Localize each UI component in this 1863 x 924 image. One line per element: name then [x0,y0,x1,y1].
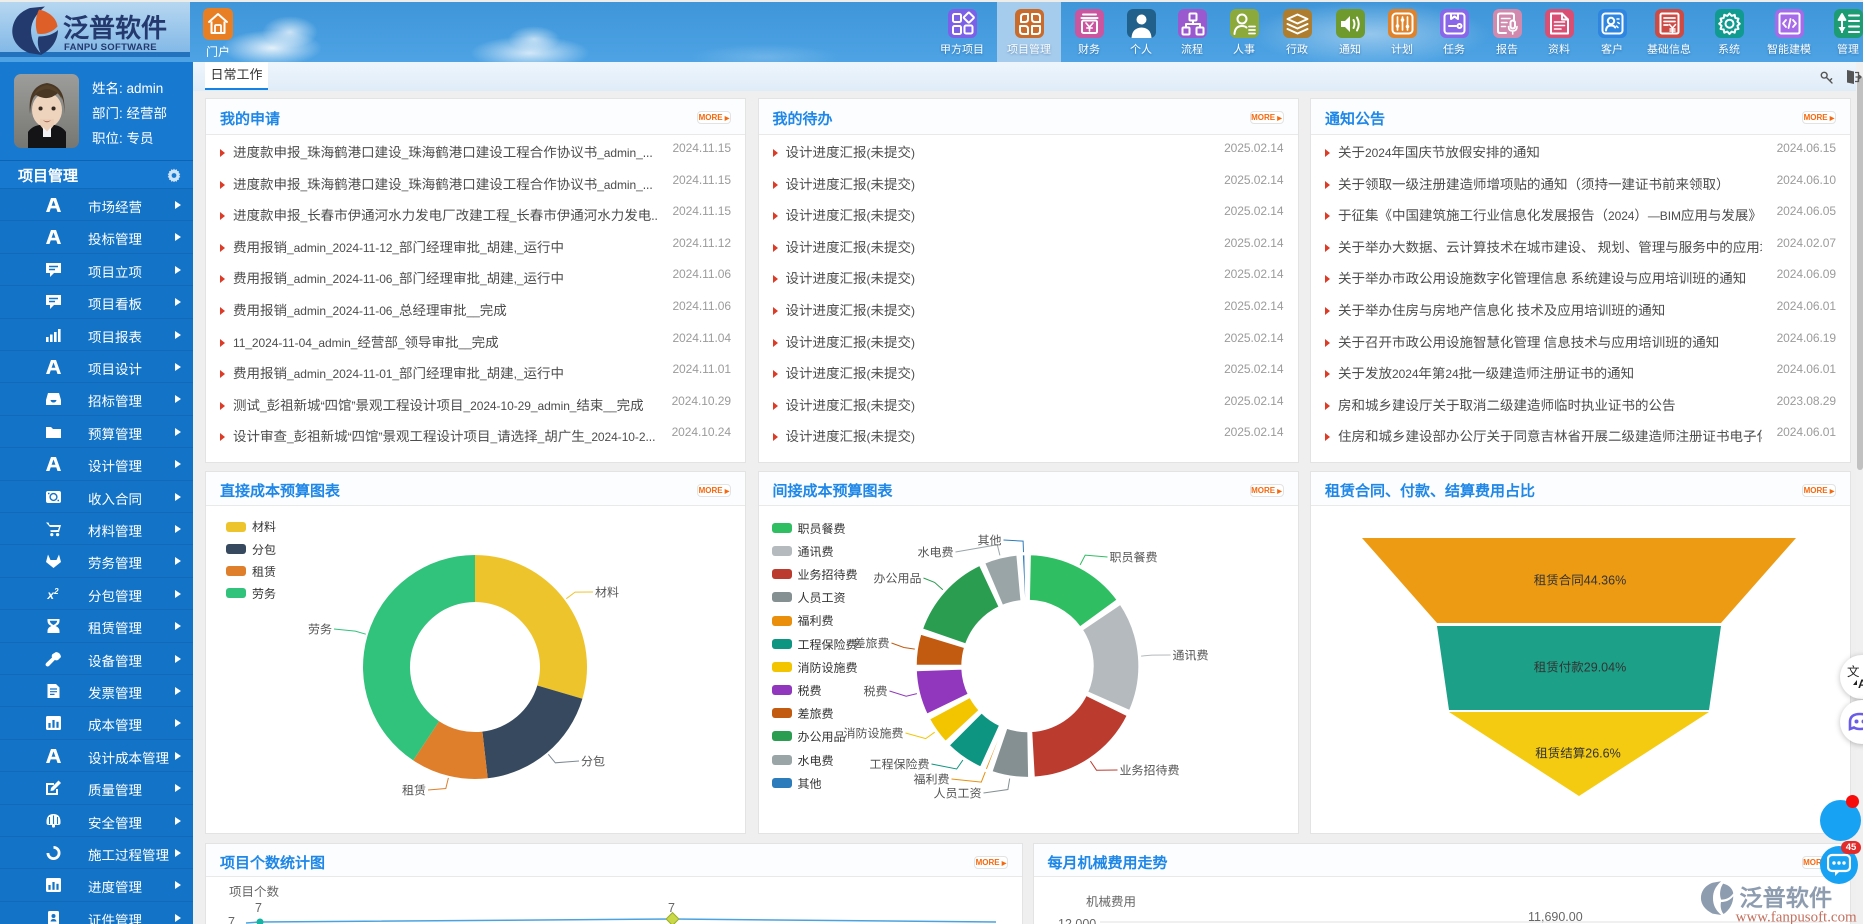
svg-text:工程保险费: 工程保险费 [869,758,929,772]
svg-text:A: A [1858,677,1863,690]
svg-text:租赁: 租赁 [402,784,426,798]
svg-text:机械费用: 机械费用 [1086,895,1136,909]
svg-text:税费: 税费 [863,685,887,699]
svg-text:泛普软件: 泛普软件 [1740,880,1833,913]
svg-text:FANPU SOFTWARE: FANPU SOFTWARE [64,42,157,53]
svg-text:业务招待费: 业务招待费 [1119,764,1179,778]
svg-text:7: 7 [255,901,262,915]
svg-text:租赁付款29.04%: 租赁付款29.04% [1534,661,1626,675]
svg-text:泛普软件: 泛普软件 [63,13,167,43]
svg-text:通讯费: 通讯费 [1172,649,1208,663]
svg-text:其他: 其他 [977,534,1001,548]
svg-text:7: 7 [668,901,675,915]
svg-text:www.fanpusoft.com: www.fanpusoft.com [1736,909,1857,924]
svg-text:职员餐费: 职员餐费 [1109,551,1157,565]
svg-text:7: 7 [228,915,235,924]
svg-text:办公用品: 办公用品 [873,572,921,586]
svg-text:水电费: 水电费 [917,546,953,560]
svg-text:租赁合同44.36%: 租赁合同44.36% [1534,574,1626,588]
svg-text:分包: 分包 [581,755,605,769]
svg-text:租赁结算26.6%: 租赁结算26.6% [1535,747,1620,761]
svg-text:材料: 材料 [595,586,619,600]
svg-text:消防设施费: 消防设施费 [843,727,903,741]
svg-text:项目个数: 项目个数 [229,885,280,899]
svg-text:差旅费: 差旅费 [853,637,889,651]
svg-text:劳务: 劳务 [308,623,332,637]
svg-text:福利费: 福利费 [913,773,949,787]
svg-text:12,000: 12,000 [1058,917,1096,924]
svg-text:人员工资: 人员工资 [933,787,981,801]
